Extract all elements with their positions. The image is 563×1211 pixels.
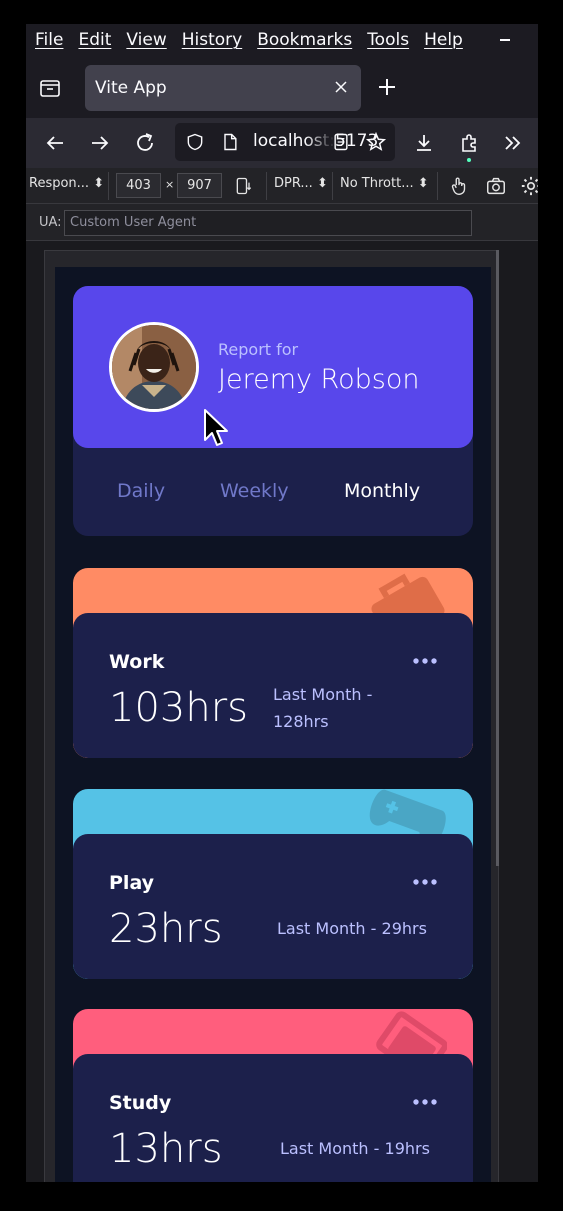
menu-view[interactable]: View [126,30,166,50]
report-for-label: Report for [218,340,299,359]
navigation-bar: localhost:5173 [26,118,538,168]
dimension-separator: × [165,178,175,191]
divider [332,172,333,200]
activity-previous: Last Month - 128hrs [273,685,373,731]
back-icon[interactable] [43,131,67,155]
menu-help[interactable]: Help [424,30,463,50]
extensions-icon[interactable] [457,131,481,155]
settings-gear-icon[interactable] [520,175,538,197]
responsive-design-toolbar: Respon... ⬍ 403 × 907 DPR... ⬍ No Thrott… [26,168,538,204]
url-bar[interactable]: localhost:5173 [175,123,395,161]
download-icon[interactable] [412,131,436,155]
reload-icon[interactable] [133,131,157,155]
period-daily-button[interactable]: Daily [117,480,165,502]
activity-hours: 13hrs [109,1126,223,1172]
activity-hours: 103hrs [109,685,248,731]
menu-bookmarks[interactable]: Bookmarks [257,30,352,50]
page-icon[interactable] [220,132,240,152]
close-icon[interactable] [333,79,349,95]
page-content: Report for Jeremy Robson Daily Weekly Mo… [55,267,491,1182]
activity-hours: 23hrs [109,906,223,952]
star-icon[interactable] [365,131,387,153]
screenshot-icon[interactable] [485,175,507,197]
divider [266,172,267,200]
tab-strip: Vite App [26,56,538,118]
menu-file[interactable]: File [35,30,63,50]
period-monthly-button[interactable]: Monthly [344,480,420,502]
profile-card: Report for Jeremy Robson Daily Weekly Mo… [73,286,473,536]
menu-bar: File Edit View History Bookmarks Tools H… [26,24,538,56]
forward-icon[interactable] [88,131,112,155]
profile-header: Report for Jeremy Robson [73,286,473,448]
rotate-device-icon[interactable] [234,176,254,196]
throttle-selector[interactable]: No Thrott... ⬍ [340,176,429,191]
viewport-width-input[interactable]: 403 [116,173,161,198]
more-options-icon[interactable] [412,1096,438,1108]
activity-body[interactable]: Work 103hrs Last Month - 128hrs [73,613,473,758]
activity-body[interactable]: Study 13hrs Last Month - 19hrs [73,1054,473,1182]
menu-tools[interactable]: Tools [367,30,409,50]
dpr-selector[interactable]: DPR... ⬍ [274,176,328,191]
tab-title: Vite App [95,78,167,98]
activity-title: Work [109,651,165,673]
activity-card-work: Work 103hrs Last Month - 128hrs [73,568,473,758]
shield-icon[interactable] [185,132,205,152]
scrollbar-thumb[interactable] [496,250,499,866]
activity-title: Play [109,872,155,894]
divider [108,172,109,200]
avatar [109,322,199,412]
activity-card-study: Study 13hrs Last Month - 19hrs [73,1009,473,1182]
more-options-icon[interactable] [412,655,438,667]
minimize-button[interactable] [500,39,510,41]
tab-vite-app[interactable]: Vite App [85,65,361,111]
device-selector[interactable]: Respon... ⬍ [29,176,104,191]
activity-previous: Last Month - 29hrs [277,919,427,938]
user-agent-input[interactable]: Custom User Agent [64,210,472,236]
menu-history[interactable]: History [182,30,242,50]
user-agent-row: UA: Custom User Agent [26,204,538,241]
ua-label: UA: [39,215,62,230]
user-name: Jeremy Robson [218,364,420,395]
overflow-icon[interactable] [501,131,525,155]
mouse-cursor-icon [204,409,228,446]
tab-list-icon[interactable] [38,76,62,100]
avatar-image [112,325,196,409]
divider [437,172,438,200]
activity-body[interactable]: Play 23hrs Last Month - 29hrs [73,834,473,979]
activity-card-play: Play 23hrs Last Month - 29hrs [73,789,473,979]
activity-title: Study [109,1092,172,1114]
viewport-height-input[interactable]: 907 [177,173,222,198]
plus-icon[interactable] [375,75,399,99]
activity-previous: Last Month - 19hrs [280,1139,430,1158]
menu-edit[interactable]: Edit [78,30,111,50]
touch-simulation-icon[interactable] [448,175,470,197]
more-options-icon[interactable] [412,876,438,888]
period-weekly-button[interactable]: Weekly [220,480,289,502]
browser-window: File Edit View History Bookmarks Tools H… [26,24,538,1182]
extension-badge [467,158,471,162]
reader-icon[interactable] [331,132,351,152]
